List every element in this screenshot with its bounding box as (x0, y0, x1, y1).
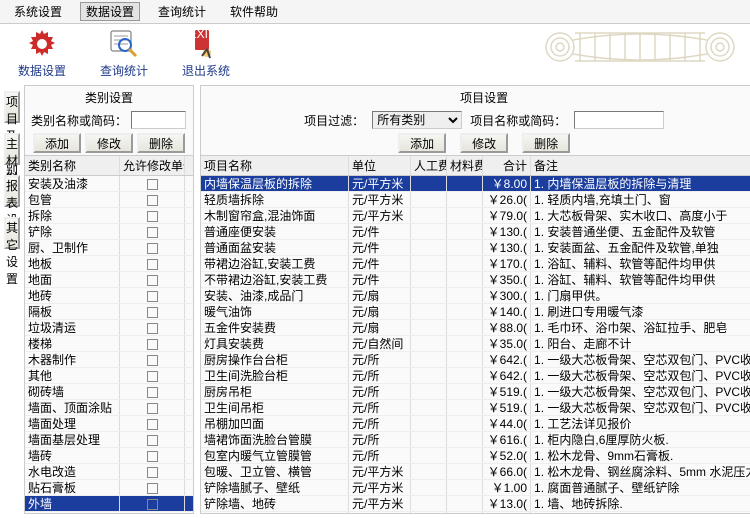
checkbox[interactable] (147, 291, 158, 302)
checkbox[interactable] (147, 211, 158, 222)
checkbox[interactable] (147, 227, 158, 238)
table-row[interactable]: 卫生间洗脸台柜元/所￥642.(1. 一级大芯板骨架、空芯双包门、PVC收 (201, 368, 750, 384)
sidebar-button[interactable]: 主材料 (4, 133, 20, 165)
table-row[interactable]: 楼梯 (25, 336, 193, 352)
table-row[interactable]: 普通面盆安装元/件￥130.(1. 安装面盆、五金配件及软管,单独 (201, 240, 750, 256)
table-row[interactable]: 垃圾清运 (25, 320, 193, 336)
checkbox[interactable] (147, 307, 158, 318)
checkbox[interactable] (147, 275, 158, 286)
table-row[interactable]: 内墙保温层板的拆除元/平方米￥8.001. 内墙保温层板的拆除与清理 (201, 176, 750, 192)
table-row[interactable]: 厨房吊柜元/所￥519.(1. 一级大芯板骨架、空芯双包门、PVC收 (201, 384, 750, 400)
table-row[interactable]: 水电改造 (25, 464, 193, 480)
checkbox[interactable] (147, 499, 158, 510)
item-filter-select[interactable]: 所有类别 (372, 111, 462, 129)
checkbox[interactable] (147, 323, 158, 334)
category-name-label: 类别名称或简码： (31, 112, 127, 129)
table-row[interactable]: 包暖、卫立管、横管元/平方米￥66.0(1. 松木龙骨、钢丝腐涂料、5mm 水泥… (201, 464, 750, 480)
menu-item[interactable]: 数据设置 (80, 2, 140, 21)
checkbox[interactable] (147, 371, 158, 382)
item-name-input[interactable] (574, 111, 664, 129)
table-row[interactable]: 拆除 (25, 208, 193, 224)
table-row[interactable]: 墙面处理 (25, 416, 193, 432)
table-row[interactable]: 地砖 (25, 288, 193, 304)
tool-query-stats[interactable]: 查询统计 (100, 28, 148, 79)
table-row[interactable]: 不带裙边浴缸,安装工费元/件￥350.(1. 浴缸、辅料、软管等配件均甲供 (201, 272, 750, 288)
category-add-button[interactable]: 添加 (33, 133, 81, 153)
table-row[interactable]: 五金件安装费元/扇￥88.0(1. 毛巾环、浴巾架、浴缸拉手、肥皂 (201, 320, 750, 336)
checkbox[interactable] (147, 419, 158, 430)
panel-title: 类别设置 (25, 86, 193, 109)
checkbox[interactable] (147, 355, 158, 366)
sidebar-button[interactable]: 其它设置 (4, 217, 20, 249)
ionic-column-decoration (540, 22, 740, 72)
checkbox[interactable] (147, 403, 158, 414)
table-row[interactable]: 木器制作 (25, 352, 193, 368)
table-row[interactable]: 其他 (25, 368, 193, 384)
table-row[interactable]: 墙面、顶面涂贴 (25, 400, 193, 416)
svg-text:EXIT: EXIT (190, 28, 216, 41)
item-grid: 项目名称 单位 人工费 材料费 合计 备注 内墙保温层板的拆除元/平方米￥8.0… (201, 155, 750, 513)
table-row[interactable]: 吊棚加凹面元/所￥44.0(1. 工艺法详见报价 (201, 416, 750, 432)
checkbox[interactable] (147, 451, 158, 462)
table-row[interactable]: 铲除 (25, 224, 193, 240)
category-controls: 类别名称或简码： (25, 109, 193, 131)
checkbox[interactable] (147, 339, 158, 350)
category-panel: 类别设置 类别名称或简码： 添加 修改 删除 类别名称 允许修改单价 安装及油漆… (24, 85, 194, 514)
item-edit-button[interactable]: 修改 (460, 133, 508, 153)
item-name-label: 项目名称或简码： (470, 112, 566, 129)
checkbox[interactable] (147, 467, 158, 478)
item-panel: 项目设置 项目过滤： 所有类别 项目名称或简码： 添加 修改 删除 项目名称 单… (200, 85, 750, 514)
checkbox[interactable] (147, 483, 158, 494)
item-delete-button[interactable]: 删除 (522, 133, 570, 153)
checkbox[interactable] (147, 179, 158, 190)
checkbox[interactable] (147, 387, 158, 398)
table-row[interactable]: 轻质墙拆除元/平方米￥26.0(1. 轻质内墙,充填土门、窗 (201, 192, 750, 208)
table-row[interactable]: 安装、油漆,成品门元/扇￥300.(1. 门扇甲供。 (201, 288, 750, 304)
checkbox[interactable] (147, 435, 158, 446)
category-edit-button[interactable]: 修改 (85, 133, 133, 153)
menubar: 系统设置数据设置查询统计软件帮助 (0, 0, 750, 24)
checkbox[interactable] (147, 259, 158, 270)
table-row[interactable]: 墙砖 (25, 448, 193, 464)
panel-title: 项目设置 (201, 86, 750, 109)
category-name-input[interactable] (131, 111, 186, 129)
category-delete-button[interactable]: 删除 (137, 133, 185, 153)
table-row[interactable]: 木制窗帘盒,混油饰面元/平方米￥79.0(1. 大芯板骨架、实木收口、高度小于 (201, 208, 750, 224)
table-row[interactable]: 暖气油饰元/扇￥140.(1. 刷进口专用暖气漆 (201, 304, 750, 320)
item-add-button[interactable]: 添加 (398, 133, 446, 153)
table-row[interactable]: 墙面基层处理 (25, 432, 193, 448)
table-row[interactable]: 地板 (25, 256, 193, 272)
table-row[interactable]: 安装及油漆 (25, 176, 193, 192)
table-row[interactable]: 外墙 (25, 496, 193, 512)
table-row[interactable]: 铲除墙腻子、壁纸元/平方米￥1.001. 腐面普通腻子、壁纸铲除 (201, 480, 750, 496)
table-row[interactable]: 厨、卫制作 (25, 240, 193, 256)
table-row[interactable]: 包室内暖气立管膜管元/所￥52.0(1. 松木龙骨、9mm石膏板. (201, 448, 750, 464)
table-row[interactable]: 隔板 (25, 304, 193, 320)
table-row[interactable]: 贴石膏板 (25, 480, 193, 496)
table-row[interactable]: 卫生间吊柜元/所￥519.(1. 一级大芯板骨架、空芯双包门、PVC收 (201, 400, 750, 416)
col-allow-edit-price: 允许修改单价 (120, 156, 185, 175)
sidebar-button[interactable]: 报表设置 (4, 175, 20, 207)
category-grid: 类别名称 允许修改单价 安装及油漆包管拆除铲除厨、卫制作地板地面地砖隔板垃圾清运… (25, 155, 193, 513)
checkbox[interactable] (147, 243, 158, 254)
table-row[interactable]: 厨房操作台台柜元/所￥642.(1. 一级大芯板骨架、空芯双包门、PVC收 (201, 352, 750, 368)
menu-item[interactable]: 查询统计 (152, 2, 212, 21)
tool-data-settings[interactable]: 数据设置 (18, 28, 66, 79)
table-row[interactable]: 墙裙饰面洗脸台管膜元/所￥616.(1. 柜内隐白,6厘厚防火板. (201, 432, 750, 448)
table-row[interactable]: 灯具安装费元/自然间￥35.0(1. 阳台、走廊不计 (201, 336, 750, 352)
table-row[interactable]: 普通座便安装元/件￥130.(1. 安装普通坐便、五金配件及软管 (201, 224, 750, 240)
table-row[interactable]: 砌砖墙 (25, 384, 193, 400)
menu-item[interactable]: 系统设置 (8, 2, 68, 21)
checkbox[interactable] (147, 195, 158, 206)
table-row[interactable]: 带裙边浴缸,安装工费元/件￥170.(1. 浴缸、辅料、软管等配件均甲供 (201, 256, 750, 272)
item-filter-label: 项目过滤： (304, 112, 364, 129)
table-row[interactable]: 铲除墙、地砖元/平方米￥13.0(1. 墙、地砖拆除. (201, 496, 750, 512)
col-category-name: 类别名称 (25, 156, 120, 175)
sidebar: 项目及类别主材料报表设置其它设置 (0, 81, 24, 518)
menu-item[interactable]: 软件帮助 (224, 2, 284, 21)
table-row[interactable]: 包管 (25, 192, 193, 208)
sidebar-button[interactable]: 项目及类别 (4, 91, 20, 123)
tool-exit[interactable]: EXIT退出系统 (182, 28, 230, 79)
table-row[interactable]: 地面 (25, 272, 193, 288)
